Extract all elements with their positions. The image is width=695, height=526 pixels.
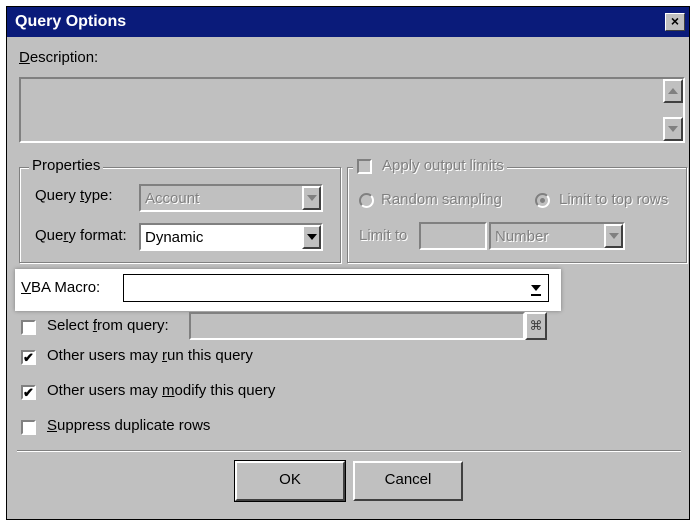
modify-query-label: Other users may modify this query	[47, 382, 276, 399]
chevron-down-icon	[531, 285, 541, 291]
dialog-title: Query Options	[15, 13, 127, 30]
description-label: Description:	[19, 49, 99, 66]
limit-top-rows-label: Limit to top rows	[559, 191, 669, 208]
close-icon: ×	[670, 13, 680, 29]
query-format-label: Query format:	[35, 227, 127, 244]
suppress-duplicates-checkbox[interactable]	[21, 420, 36, 435]
title-bar[interactable]: Query Options ×	[7, 7, 689, 37]
vba-macro-select[interactable]	[123, 274, 549, 302]
ok-button[interactable]: OK	[234, 460, 346, 502]
modify-query-checkbox[interactable]: ✔	[21, 385, 36, 400]
run-query-label: Other users may run this query	[47, 347, 253, 364]
close-button[interactable]: ×	[665, 13, 685, 31]
select-from-query-checkbox[interactable]	[21, 320, 36, 335]
chevron-down-icon	[608, 233, 619, 239]
query-type-label: Query type:	[35, 187, 113, 204]
apply-output-limits-label: Apply output limits	[382, 157, 504, 174]
query-format-value: Dynamic	[145, 229, 204, 246]
random-sampling-radio[interactable]	[359, 193, 374, 208]
limit-unit-value: Number	[495, 228, 549, 245]
query-options-dialog: Query Options × Description: Properties …	[6, 6, 690, 520]
binoculars-icon: ⌘	[529, 318, 543, 333]
apply-output-limits[interactable]: Apply output limits	[353, 157, 507, 175]
apply-output-limits-checkbox[interactable]	[357, 159, 372, 174]
dropdown-underline	[531, 294, 541, 296]
browse-query-button[interactable]: ⌘	[525, 312, 547, 340]
query-type-dropdown-button[interactable]	[302, 186, 321, 210]
check-icon: ✔	[23, 350, 34, 365]
arrow-down-icon	[668, 126, 678, 132]
vba-macro-label: VBA Macro:	[21, 279, 101, 296]
divider	[17, 450, 681, 452]
vba-macro-row: VBA Macro:	[15, 269, 561, 311]
query-format-dropdown-button[interactable]	[302, 225, 321, 249]
query-type-value: Account	[145, 190, 200, 207]
properties-group-label: Properties	[29, 157, 104, 174]
limit-to-label: Limit to	[359, 227, 408, 244]
random-sampling-label: Random sampling	[381, 191, 502, 208]
query-format-select[interactable]: Dynamic	[139, 223, 323, 251]
limit-to-input[interactable]	[419, 222, 487, 250]
select-from-query-input[interactable]	[189, 312, 525, 340]
vba-macro-dropdown-button[interactable]	[526, 277, 546, 299]
run-query-checkbox[interactable]: ✔	[21, 350, 36, 365]
description-field[interactable]	[19, 77, 685, 143]
cancel-button[interactable]: Cancel	[353, 461, 463, 501]
select-from-query-label: Select from query:	[47, 317, 169, 334]
scroll-down-button[interactable]	[663, 117, 683, 141]
scroll-up-button[interactable]	[663, 79, 683, 103]
limit-top-rows-radio[interactable]	[535, 193, 550, 208]
query-type-select[interactable]: Account	[139, 184, 323, 212]
limit-unit-dropdown-button[interactable]	[604, 224, 623, 248]
limit-unit-select[interactable]: Number	[489, 222, 625, 250]
suppress-duplicates-label: Suppress duplicate rows	[47, 417, 211, 434]
arrow-up-icon	[668, 88, 678, 94]
chevron-down-icon	[306, 234, 317, 240]
check-icon: ✔	[23, 385, 34, 400]
chevron-down-icon	[306, 195, 317, 201]
